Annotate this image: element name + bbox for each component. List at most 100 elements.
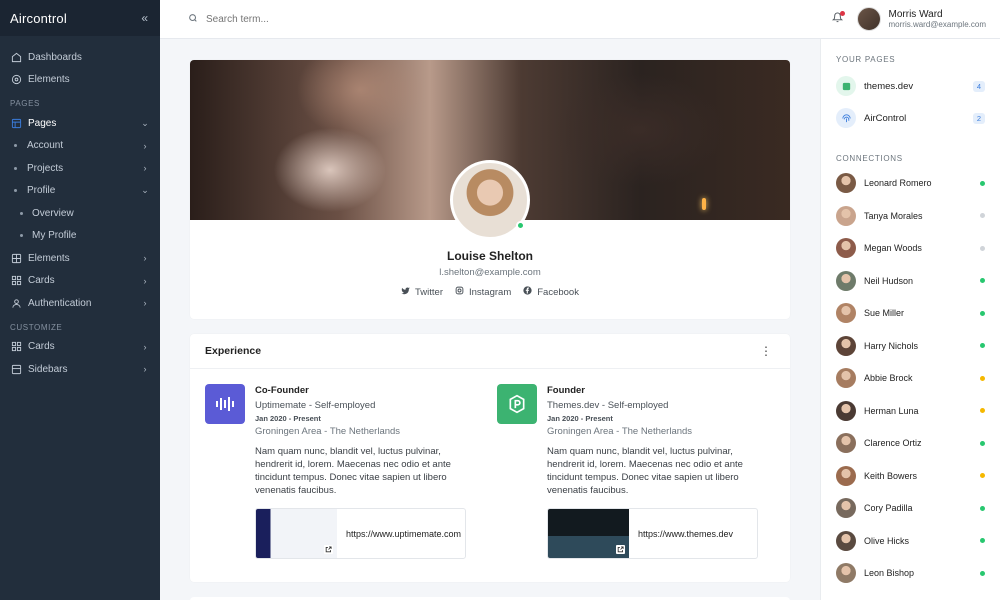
connection-item[interactable]: Megan Woods [821,232,1000,265]
themes-dev-icon [836,76,856,96]
twitter-label: Twitter [415,286,443,298]
collapse-sidebar-icon[interactable]: « [141,11,148,25]
sidebar-item-cards-customize[interactable]: Cards › [0,336,160,359]
connection-item[interactable]: Leonard Romero [821,167,1000,200]
your-pages-header: YOUR PAGES [836,55,896,64]
connection-item[interactable]: Tanya Morales [821,200,1000,233]
connection-name: Cory Padilla [864,503,913,514]
sidebar-item-my-profile[interactable]: My Profile [0,225,160,248]
topbar: Morris Ward morris.ward@example.com [160,0,1000,39]
sidebar-item-label: Elements [28,74,70,86]
facebook-link[interactable]: Facebook [523,286,579,298]
job-website-link[interactable]: https://www.uptimemate.com [255,508,466,559]
job-website-link[interactable]: https://www.themes.dev [547,508,758,559]
more-options-icon[interactable]: ⋮ [760,344,772,358]
connection-item[interactable]: Keith Bowers [821,460,1000,493]
sidebar-item-label: Sidebars [28,363,68,375]
connection-item[interactable]: Sue Miller [821,297,1000,330]
chevron-down-icon: ⌄ [141,117,149,128]
connection-name: Olive Hicks [864,535,910,546]
avatar [836,335,856,356]
sidebar-item-authentication[interactable]: Authentication › [0,292,160,315]
status-indicator [980,538,985,544]
sidebar-item-overview[interactable]: Overview [0,202,160,225]
sidebar-item-elements-2[interactable]: Elements › [0,247,160,270]
notifications-button[interactable] [831,11,845,26]
profile-email: l.shelton@example.com [439,267,541,278]
job-role: Co-Founder [255,385,309,396]
notification-indicator [839,11,845,16]
status-indicator [980,505,985,511]
sidebar-item-dashboards[interactable]: Dashboards [0,46,160,69]
sidebar-item-account[interactable]: Account › [0,135,160,158]
connection-item[interactable]: Herman Luna [821,395,1000,428]
job-role: Founder [547,385,585,396]
sidebar-item-profile[interactable]: Profile ⌄ [0,180,160,203]
sidebar-item-label: Pages [28,117,57,129]
connection-name: Abbie Brock [864,373,913,384]
chevron-down-icon: ⌄ [141,185,149,196]
instagram-link[interactable]: Instagram [455,286,511,298]
search-bar [188,13,832,26]
avatar [856,7,881,31]
job-details: Co-Founder Uptimemate - Self-employed Ja… [255,384,475,497]
avatar [836,563,856,584]
facebook-label: Facebook [537,286,579,298]
candle-light [702,198,706,210]
twitter-icon [401,286,410,298]
page-item[interactable]: themes.dev 4 [821,70,1000,102]
themes-dev-logo [497,384,537,424]
avatar [836,530,856,551]
connection-item[interactable]: Olive Hicks [821,525,1000,558]
chevron-right-icon: › [143,253,147,264]
experience-title: Experience [205,345,262,357]
job-url: https://www.uptimemate.com [346,528,462,539]
status-indicator [980,310,985,316]
experience-header: Experience ⋮ [190,334,790,369]
website-thumbnail [548,509,629,558]
connections-list: Leonard Romero Tanya Morales Megan Woods Ne… [821,167,1000,590]
sidebar-item-cards[interactable]: Cards › [0,270,160,293]
user-menu[interactable]: Morris Ward morris.ward@example.com [856,7,986,31]
chevron-right-icon: › [143,140,147,151]
brand-logo[interactable]: Aircontrol [10,11,67,26]
gear-icon [10,74,22,86]
connection-item[interactable]: Cory Padilla [821,492,1000,525]
sidebar-item-pages[interactable]: Pages ⌄ [0,112,160,135]
connection-item[interactable]: Neil Hudson [821,265,1000,298]
count-badge: 2 [972,112,985,124]
page-item[interactable]: AirControl 2 [821,102,1000,134]
connection-item[interactable]: Leon Bishop [821,557,1000,590]
home-icon [10,51,22,63]
job-description: Nam quam nunc, blandit vel, luctus pulvi… [547,446,743,496]
sidebar: Aircontrol « Dashboards Elements PAGES P… [0,0,160,600]
connection-name: Harry Nichols [864,340,919,351]
connection-item[interactable]: Harry Nichols [821,330,1000,363]
twitter-link[interactable]: Twitter [401,286,443,298]
external-link-icon [616,545,625,554]
nav-section-header: CUSTOMIZE [10,322,63,332]
user-name: Morris Ward [888,9,943,20]
sidebar-item-label: Account [27,140,64,152]
page-name: themes.dev [864,80,914,92]
count-badge: 4 [972,80,985,92]
search-input[interactable] [206,13,406,25]
sidebar-item-sidebars[interactable]: Sidebars › [0,358,160,381]
connection-item[interactable]: Clarence Ortiz [821,427,1000,460]
uptimemate-logo [205,384,245,424]
job-location: Groningen Area - The Netherlands [255,426,401,437]
sidebar-item-label: Overview [32,207,74,219]
cards-icon [10,341,22,353]
chevron-right-icon: › [143,364,147,375]
connection-name: Keith Bowers [864,470,918,481]
nav-section-header: PAGES [10,99,40,108]
online-status-indicator [516,221,525,230]
connection-item[interactable]: Abbie Brock [821,362,1000,395]
avatar [836,368,856,389]
job-company: Uptimemate - Self-employed [255,400,376,411]
search-icon [188,13,198,26]
instagram-label: Instagram [469,286,512,298]
sidebar-item-projects[interactable]: Projects › [0,157,160,180]
sidebar-item-elements[interactable]: Elements [0,69,160,92]
external-link-icon [324,545,333,554]
